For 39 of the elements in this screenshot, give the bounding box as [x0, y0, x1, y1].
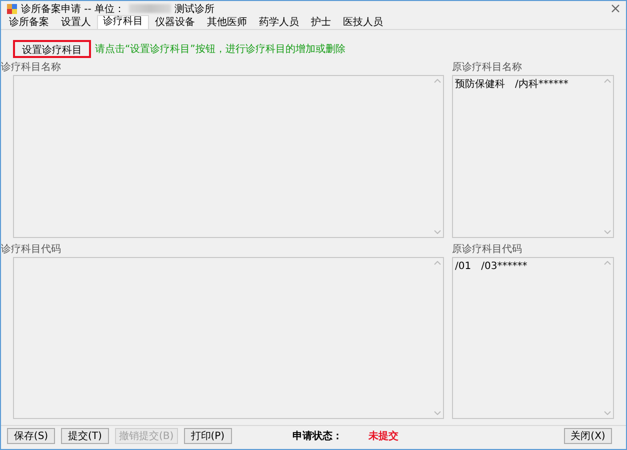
- scroll-up-icon[interactable]: [604, 79, 611, 83]
- tab[interactable]: 医技人员: [337, 16, 389, 29]
- setup-button[interactable]: 设置诊疗科目: [13, 40, 91, 58]
- tab[interactable]: 护士: [305, 16, 337, 29]
- scroll-up-icon[interactable]: [604, 260, 611, 264]
- text-area[interactable]: /01 /03******: [452, 256, 614, 419]
- field-value: /01 /03******: [454, 260, 528, 274]
- hint-text: 请点击“设置诊疗科目”按钮，进行诊疗科目的增加或删除: [95, 42, 346, 56]
- tab[interactable]: 药学人员: [253, 16, 305, 29]
- action-button[interactable]: 打印(P): [184, 428, 232, 444]
- tab[interactable]: 诊所备案: [3, 16, 55, 29]
- scroll-down-icon[interactable]: [434, 230, 441, 234]
- action-button[interactable]: 保存(S): [7, 428, 55, 444]
- tab[interactable]: 设置人: [55, 16, 97, 29]
- scroll-up-icon[interactable]: [434, 260, 441, 264]
- close-button[interactable]: 关闭(X): [564, 428, 612, 444]
- close-icon[interactable]: [611, 4, 620, 13]
- status-value: 未提交: [368, 429, 399, 443]
- scroll-down-icon[interactable]: [604, 230, 611, 234]
- window-title: 诊所备案申请 -- 单位：: [21, 2, 125, 16]
- scroll-down-icon[interactable]: [604, 411, 611, 415]
- field-label: 原诊疗科目名称: [452, 62, 523, 74]
- scroll-up-icon[interactable]: [434, 79, 441, 83]
- text-area[interactable]: [13, 75, 444, 238]
- tab[interactable]: 仪器设备: [149, 16, 201, 29]
- field-label: 原诊疗科目代码: [452, 244, 523, 256]
- redacted-block: [128, 4, 171, 13]
- window-title: 测试诊所: [174, 2, 215, 16]
- action-button[interactable]: 提交(T): [61, 428, 109, 444]
- text-area[interactable]: [13, 256, 444, 419]
- text-area[interactable]: 预防保健科 /内科******: [452, 75, 614, 238]
- field-value: 预防保健科 /内科******: [454, 78, 570, 92]
- tab[interactable]: 其他医师: [201, 16, 253, 29]
- tab[interactable]: 诊疗科目: [97, 15, 149, 29]
- app-icon: [7, 4, 17, 14]
- status-label: 申请状态：: [292, 430, 343, 443]
- scroll-down-icon[interactable]: [434, 411, 441, 415]
- field-label: 诊疗科目名称: [1, 62, 62, 74]
- field-label: 诊疗科目代码: [1, 244, 62, 256]
